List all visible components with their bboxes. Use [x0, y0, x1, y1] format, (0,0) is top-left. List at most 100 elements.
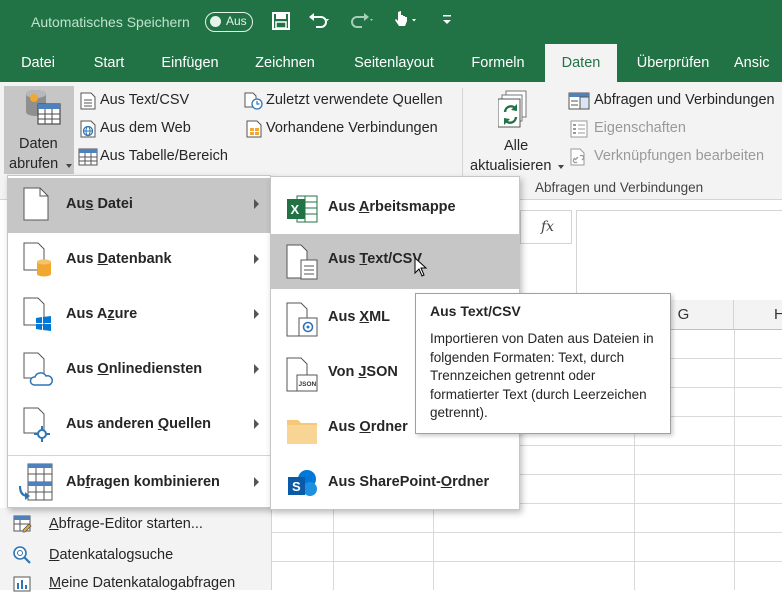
touch-mode-icon[interactable]: [394, 10, 420, 30]
menu-item-label: Abfragen kombinieren: [66, 474, 220, 490]
grid-line: [520, 474, 782, 475]
menu-item-from-sharepoint-folder[interactable]: S Aus SharePoint-Ordner: [271, 457, 519, 512]
tab-ueberpruefen[interactable]: Überprüfen: [628, 44, 718, 82]
queries-connections-button[interactable]: Abfragen und Verbindungen: [568, 91, 782, 113]
menu-item-from-azure[interactable]: Aus Azure: [8, 288, 270, 343]
get-data-footer: Abfrage-Editor starten... Datenkatalogsu…: [0, 508, 272, 592]
formula-bar-fx[interactable]: fx: [520, 210, 572, 244]
text-csv-file-icon: [285, 244, 319, 280]
svg-text:S: S: [292, 479, 301, 494]
from-table-label: Aus Tabelle/Bereich: [100, 148, 228, 164]
recent-sources-button[interactable]: Zuletzt verwendete Quellen: [244, 91, 454, 113]
svg-text:JSON: JSON: [299, 381, 317, 388]
json-file-icon: JSON: [285, 357, 319, 393]
from-table-button[interactable]: Aus Tabelle/Bereich: [78, 147, 238, 169]
properties-icon: [570, 120, 588, 138]
menu-item-from-other-sources[interactable]: Aus anderen Quellen: [8, 398, 270, 453]
group-label-queries: Abfragen und Verbindungen: [535, 180, 704, 195]
text-file-icon: [80, 92, 96, 110]
existing-connections-icon: [246, 120, 262, 138]
from-web-button[interactable]: Aus dem Web: [78, 119, 238, 141]
refresh-all-button[interactable]: Alle aktualisieren: [468, 86, 566, 174]
cloud-icon: [22, 352, 54, 388]
data-catalog-search-item[interactable]: Datenkatalogsuche: [0, 542, 270, 568]
tab-datei[interactable]: Datei: [8, 44, 68, 82]
file-icon: [22, 187, 50, 221]
grid-line: [333, 508, 334, 590]
autosave-toggle[interactable]: Aus: [205, 12, 253, 32]
database-table-icon: [24, 88, 64, 130]
svg-text:X: X: [291, 202, 300, 217]
edit-links-icon: [570, 148, 588, 166]
title-bar: Automatisches Speichern Aus: [0, 0, 782, 44]
tooltip-body: Importieren von Daten aus Dateien in fol…: [430, 331, 654, 420]
column-label: H: [774, 306, 782, 323]
excel-workbook-icon: X: [285, 192, 319, 226]
tooltip-title: Aus Text/CSV: [430, 303, 521, 319]
submenu-arrow-icon: [254, 199, 259, 209]
tab-start[interactable]: Start: [80, 44, 138, 82]
refresh-icon: [498, 90, 534, 130]
tab-formeln[interactable]: Formeln: [462, 44, 534, 82]
refresh-all-label-2: aktualisieren: [470, 158, 552, 174]
menu-item-from-text-csv[interactable]: Aus Text/CSV: [271, 234, 519, 289]
submenu-arrow-icon: [254, 419, 259, 429]
edit-links-button[interactable]: Verknüpfungen bearbeiten: [568, 147, 782, 169]
autosave-label: Automatisches Speichern: [31, 14, 190, 30]
existing-connections-button[interactable]: Vorhandene Verbindungen: [244, 119, 454, 141]
menu-item-combine-queries[interactable]: Abfragen kombinieren: [8, 456, 270, 511]
menu-item-label: Aus Text/CSV: [328, 251, 423, 267]
get-data-button[interactable]: Daten abrufen: [4, 86, 74, 174]
table-icon: [78, 148, 98, 166]
menu-item-from-online-services[interactable]: Aus Onlinediensten: [8, 343, 270, 398]
customize-qat-icon[interactable]: [442, 14, 452, 26]
redo-icon[interactable]: [350, 11, 374, 29]
tab-zeichnen[interactable]: Zeichnen: [244, 44, 326, 82]
properties-button[interactable]: Eigenschaften: [568, 119, 782, 141]
menu-item-from-workbook[interactable]: X Aus Arbeitsmappe: [271, 182, 519, 237]
folder-icon: [285, 412, 319, 446]
get-data-menu: Aus Datei Aus Datenbank Aus Azure Aus On…: [7, 175, 271, 508]
save-icon[interactable]: [272, 12, 290, 30]
menu-item-label: Aus Onlinediensten: [66, 361, 203, 377]
menu-item-from-file[interactable]: Aus Datei: [8, 178, 270, 233]
submenu-arrow-icon: [254, 309, 259, 319]
grid-line: [520, 445, 782, 446]
menu-item-from-database[interactable]: Aus Datenbank: [8, 233, 270, 288]
catalog-search-label: Datenkatalogsuche: [49, 547, 174, 563]
my-catalog-queries-item[interactable]: Meine Datenkatalogabfragen: [0, 570, 270, 596]
get-data-label-1: Daten: [19, 136, 58, 152]
menu-item-label: Aus SharePoint-Ordner: [328, 474, 490, 490]
menu-item-label: Aus Datei: [66, 196, 133, 212]
web-page-icon: [80, 120, 96, 138]
query-editor-label: Abfrage-Editor starten...: [49, 516, 203, 532]
column-header-h[interactable]: H: [734, 300, 782, 330]
menu-item-label: Aus Azure: [66, 306, 138, 322]
from-text-csv-button[interactable]: Aus Text/CSV: [78, 91, 238, 113]
dropdown-arrow-icon: [66, 164, 72, 168]
catalog-search-icon: [12, 545, 32, 565]
undo-icon[interactable]: [308, 11, 330, 29]
from-text-csv-label: Aus Text/CSV: [100, 92, 190, 108]
database-icon: [22, 242, 52, 278]
tab-seitenlayout[interactable]: Seitenlayout: [340, 44, 448, 82]
combine-queries-icon: [18, 462, 54, 502]
catalog-queries-icon: [12, 573, 32, 593]
menu-item-label: Aus Arbeitsmappe: [328, 199, 456, 215]
queries-pane-icon: [568, 92, 590, 110]
recent-sources-label: Zuletzt verwendete Quellen: [266, 92, 443, 108]
tab-ansicht[interactable]: Ansic: [734, 44, 782, 82]
ribbon-tabs: Datei Start Einfügen Zeichnen Seitenlayo…: [0, 44, 782, 82]
query-editor-item[interactable]: Abfrage-Editor starten...: [0, 511, 270, 537]
tab-einfuegen[interactable]: Einfügen: [150, 44, 230, 82]
from-web-label: Aus dem Web: [100, 120, 191, 136]
grid-line: [272, 561, 782, 562]
fx-icon: fx: [541, 219, 555, 235]
blank-area: [520, 244, 576, 300]
tab-daten[interactable]: Daten: [545, 44, 617, 82]
grid-line: [272, 532, 782, 533]
menu-item-label: Aus XML: [328, 309, 391, 325]
toggle-knob: [210, 16, 221, 27]
other-sources-icon: [22, 407, 54, 443]
formula-input[interactable]: [576, 210, 782, 300]
